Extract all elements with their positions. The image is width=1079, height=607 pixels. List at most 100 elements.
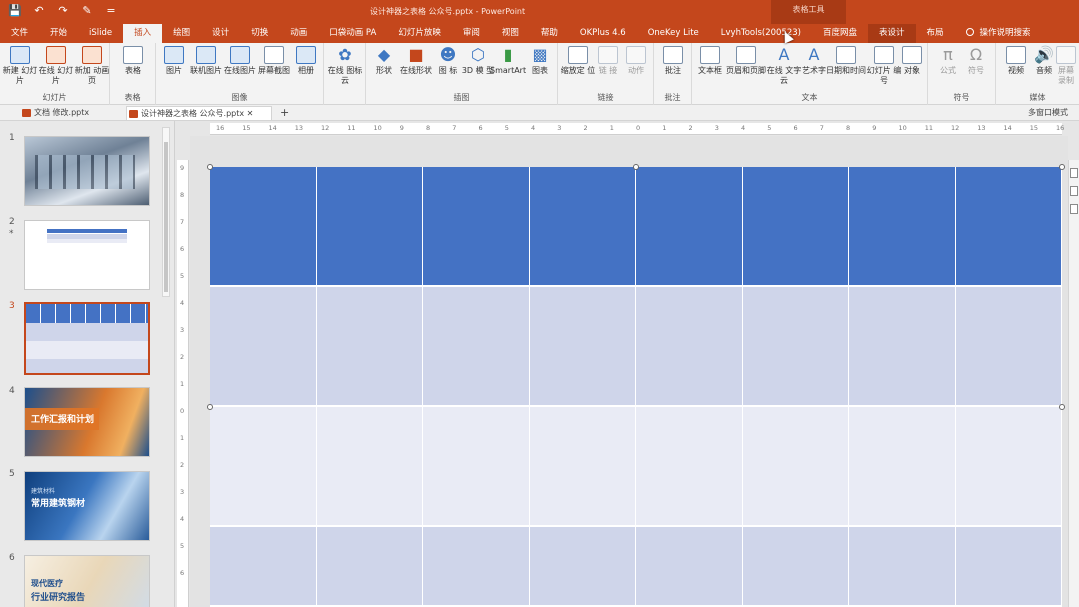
table-button[interactable]: 表格: [115, 46, 151, 76]
tab-3[interactable]: 插入: [123, 24, 163, 43]
album-button[interactable]: 相册: [288, 46, 324, 76]
resize-handle[interactable]: [207, 164, 213, 170]
tab-16[interactable]: 百度网盘: [812, 24, 868, 43]
format-painter-icon[interactable]: ✎: [80, 4, 94, 17]
table-cell[interactable]: [849, 407, 956, 527]
slide-table[interactable]: [210, 167, 1062, 607]
table-cell[interactable]: [955, 287, 1062, 407]
screenshot-button[interactable]: 屏幕截图: [256, 46, 292, 76]
scrollbar-thumb[interactable]: [164, 142, 168, 292]
table-cell[interactable]: [849, 167, 956, 287]
table-cell[interactable]: [636, 407, 743, 527]
icon-cloud-button[interactable]: ✿ 在线 图标云: [327, 46, 363, 86]
slide-thumb-4[interactable]: 工作汇报和计划: [24, 387, 150, 457]
header-footer-button[interactable]: 页眉和页脚: [726, 46, 766, 76]
doc-tab-1[interactable]: 文档 修改.pptx: [20, 106, 89, 120]
slide-thumb-6[interactable]: 现代医疗 行业研究报告: [24, 555, 150, 607]
date-time-button[interactable]: 日期和时间: [826, 46, 866, 76]
picture-button[interactable]: 图片: [156, 46, 192, 76]
table-cell[interactable]: [636, 527, 743, 607]
new-tab-button[interactable]: +: [276, 106, 289, 120]
current-slide[interactable]: [210, 167, 1062, 607]
redo-icon[interactable]: ↷: [56, 4, 70, 17]
multi-window-toggle[interactable]: 多窗口模式: [1026, 106, 1068, 120]
resize-handle[interactable]: [1059, 404, 1065, 410]
new-slide-button[interactable]: 新建 幻灯片: [2, 46, 38, 86]
chart-button[interactable]: ▩ 图表: [522, 46, 558, 76]
table-cell[interactable]: [316, 167, 423, 287]
table-cell[interactable]: [849, 527, 956, 607]
table-cell[interactable]: [742, 287, 849, 407]
online-shapes-button[interactable]: ■ 在线形状: [398, 46, 434, 76]
tab-14[interactable]: OneKey Lite: [637, 24, 710, 43]
online-picture-button[interactable]: 联机图片: [188, 46, 224, 76]
thumbnails-scrollbar[interactable]: [162, 127, 170, 297]
tab-9[interactable]: 幻灯片放映: [387, 24, 452, 43]
resize-handle[interactable]: [207, 404, 213, 410]
tab-17[interactable]: 表设计: [868, 24, 916, 43]
tab-8[interactable]: 口袋动画 PA: [318, 24, 387, 43]
add-anim-page-button[interactable]: 新加 动画页: [74, 46, 110, 86]
table-cell[interactable]: [955, 527, 1062, 607]
close-icon[interactable]: ✕: [247, 109, 254, 118]
table-cell[interactable]: [316, 527, 423, 607]
table-cell[interactable]: [742, 407, 849, 527]
table-cell[interactable]: [423, 287, 530, 407]
action-button[interactable]: 动作: [618, 46, 654, 76]
comment-button[interactable]: 批注: [655, 46, 691, 76]
smartart-button[interactable]: ▮ SmartArt: [490, 46, 526, 76]
tab-13[interactable]: OKPlus 4.6: [569, 24, 637, 43]
tab-11[interactable]: 视图: [491, 24, 530, 43]
table-cell[interactable]: [316, 407, 423, 527]
table-cell[interactable]: [955, 167, 1062, 287]
table-cell[interactable]: [636, 167, 743, 287]
tab-2[interactable]: iSlide: [78, 24, 123, 43]
table-cell[interactable]: [423, 167, 530, 287]
object-button[interactable]: 对象: [894, 46, 930, 76]
online-slide-button[interactable]: 在线 幻灯片: [38, 46, 74, 86]
screen-record-button[interactable]: 屏幕 录制: [1054, 46, 1078, 86]
table-cell[interactable]: [423, 407, 530, 527]
table-cell[interactable]: [955, 407, 1062, 527]
resize-handle[interactable]: [633, 164, 639, 170]
tab-15[interactable]: LvyhTools(200523): [710, 24, 812, 43]
web-picture-button[interactable]: 在线图片: [222, 46, 258, 76]
table-cell[interactable]: [636, 287, 743, 407]
doc-tab-2[interactable]: 设计神器之表格 公众号.pptx ✕: [126, 106, 272, 120]
table-cell[interactable]: [529, 167, 636, 287]
slide-thumb-2[interactable]: [24, 220, 150, 290]
customize-icon[interactable]: =: [104, 4, 118, 17]
tab-5[interactable]: 设计: [201, 24, 240, 43]
tab-19[interactable]: 操作说明搜索: [955, 24, 1042, 43]
pane-icon[interactable]: [1070, 168, 1078, 178]
symbol-button[interactable]: Ω 符号: [958, 46, 994, 76]
table-cell[interactable]: [316, 287, 423, 407]
textbox-button[interactable]: 文本框: [692, 46, 728, 76]
tab-10[interactable]: 审阅: [452, 24, 491, 43]
table-cell[interactable]: [210, 527, 317, 607]
table-cell[interactable]: [210, 167, 317, 287]
table-cell[interactable]: [210, 287, 317, 407]
table-cell[interactable]: [849, 287, 956, 407]
undo-icon[interactable]: ↶: [32, 4, 46, 17]
slide-thumb-5[interactable]: 建筑材料 常用建筑钢材: [24, 471, 150, 541]
tab-12[interactable]: 帮助: [530, 24, 569, 43]
table-cell[interactable]: [742, 527, 849, 607]
table-cell[interactable]: [529, 527, 636, 607]
tab-0[interactable]: 文件: [0, 24, 39, 43]
pane-icon[interactable]: [1070, 204, 1078, 214]
tab-18[interactable]: 布局: [916, 24, 955, 43]
table-cell[interactable]: [423, 527, 530, 607]
tab-1[interactable]: 开始: [39, 24, 78, 43]
tab-7[interactable]: 动画: [279, 24, 318, 43]
slide-thumb-3[interactable]: [24, 302, 150, 375]
slide-thumb-1[interactable]: [24, 136, 150, 206]
table-cell[interactable]: [529, 407, 636, 527]
shapes-button[interactable]: ◆ 形状: [366, 46, 402, 76]
resize-handle[interactable]: [1059, 164, 1065, 170]
table-cell[interactable]: [210, 407, 317, 527]
save-icon[interactable]: 💾: [8, 4, 22, 17]
tab-6[interactable]: 切换: [240, 24, 279, 43]
pane-icon[interactable]: [1070, 186, 1078, 196]
table-cell[interactable]: [742, 167, 849, 287]
